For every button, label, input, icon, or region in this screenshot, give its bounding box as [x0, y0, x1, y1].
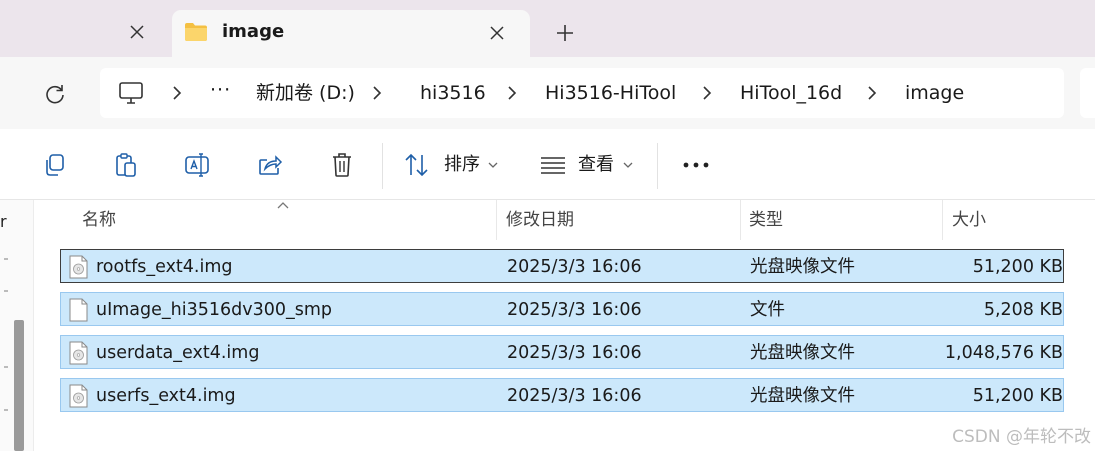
navigation-pane-scrollbar[interactable]	[14, 320, 24, 451]
close-icon	[130, 25, 144, 39]
disc-image-icon	[69, 384, 88, 408]
table-row[interactable]: rootfs_ext4.img 2025/3/3 16:06 光盘映像文件 51…	[60, 249, 1064, 283]
table-row[interactable]: userfs_ext4.img 2025/3/3 16:06 光盘映像文件 51…	[60, 378, 1064, 412]
file-type: 文件	[750, 300, 785, 320]
breadcrumb-hitool-16d[interactable]: HiTool_16d	[740, 80, 842, 106]
chevron-right-icon[interactable]	[170, 84, 184, 102]
share-button[interactable]	[254, 149, 286, 181]
file-size: 51,200 KB	[972, 386, 1063, 406]
pane-item	[4, 258, 8, 260]
close-inactive-tab-button[interactable]	[122, 17, 152, 47]
tab-title: image	[222, 21, 285, 42]
chevron-down-icon	[488, 162, 498, 168]
navigation-pane-label[interactable]: r	[0, 212, 7, 231]
file-name: userdata_ext4.img	[96, 343, 260, 363]
breadcrumb-image[interactable]: image	[905, 80, 964, 106]
file-size: 1,048,576 KB	[944, 343, 1063, 363]
file-name: userfs_ext4.img	[96, 386, 236, 406]
close-tab-button[interactable]	[482, 18, 512, 48]
refresh-icon	[46, 85, 64, 104]
address-bar[interactable]: ··· 新加卷 (D:) hi3516 Hi3516-HiTool HiTool…	[100, 68, 1064, 118]
file-type: 光盘映像文件	[750, 257, 855, 277]
view-list-icon	[541, 157, 565, 174]
disc-image-icon	[69, 255, 88, 279]
chevron-down-icon	[623, 162, 633, 168]
column-divider[interactable]	[496, 200, 497, 240]
rename-button[interactable]	[182, 149, 214, 181]
table-row[interactable]: userdata_ext4.img 2025/3/3 16:06 光盘映像文件 …	[60, 335, 1064, 369]
file-name: uImage_hi3516dv300_smp	[96, 300, 333, 320]
watermark: CSDN @年轮不改	[952, 427, 1091, 447]
file-modified: 2025/3/3 16:06	[507, 257, 642, 277]
sort-ascending-icon	[277, 202, 289, 209]
navigation-row: ··· 新加卷 (D:) hi3516 Hi3516-HiTool HiTool…	[0, 57, 1095, 129]
column-divider[interactable]	[740, 200, 741, 240]
clipboard-icon	[116, 153, 136, 177]
column-header-size[interactable]: 大小	[952, 209, 986, 231]
plus-icon	[557, 25, 573, 41]
toolbar-separator	[382, 143, 383, 189]
new-tab-button[interactable]	[550, 18, 580, 48]
column-header-type[interactable]: 类型	[749, 209, 783, 231]
toolbar-separator	[657, 143, 658, 189]
tab-image[interactable]: image	[172, 10, 530, 57]
rename-icon	[185, 153, 209, 177]
file-size: 5,208 KB	[983, 300, 1063, 320]
computer-icon[interactable]	[118, 80, 144, 106]
delete-button[interactable]	[326, 149, 358, 181]
command-bar: 排序 查看	[0, 129, 1095, 200]
file-type: 光盘映像文件	[750, 343, 855, 363]
sort-label: 排序	[444, 154, 480, 175]
column-header-name[interactable]: 名称	[82, 209, 116, 231]
file-modified: 2025/3/3 16:06	[507, 300, 642, 320]
trash-icon	[333, 153, 351, 177]
breadcrumb-drive[interactable]: 新加卷 (D:)	[256, 80, 355, 106]
copy-button[interactable]	[38, 149, 70, 181]
breadcrumb-hi3516[interactable]: hi3516	[420, 80, 486, 106]
column-divider[interactable]	[942, 200, 943, 240]
column-header-row: 名称 修改日期 类型 大小	[36, 200, 1095, 240]
chevron-right-icon[interactable]	[700, 84, 714, 102]
file-modified: 2025/3/3 16:06	[507, 343, 642, 363]
file-icon	[69, 298, 88, 322]
breadcrumb-overflow[interactable]: ···	[210, 80, 231, 100]
pane-item	[4, 366, 8, 368]
file-type: 光盘映像文件	[750, 386, 855, 406]
pane-item	[4, 290, 8, 292]
tab-strip: image	[0, 0, 1095, 57]
breadcrumb-hitool[interactable]: Hi3516-HiTool	[545, 80, 676, 106]
share-icon	[259, 155, 283, 175]
file-modified: 2025/3/3 16:06	[507, 386, 642, 406]
copy-icon	[46, 154, 64, 176]
sort-icon	[405, 153, 428, 177]
close-icon	[490, 26, 504, 40]
file-size: 51,200 KB	[972, 257, 1063, 277]
chevron-right-icon[interactable]	[505, 84, 519, 102]
chevron-right-icon[interactable]	[865, 84, 879, 102]
more-options-button[interactable]	[680, 149, 712, 181]
chevron-right-icon[interactable]	[370, 84, 384, 102]
more-icon	[683, 162, 709, 168]
search-box[interactable]	[1080, 68, 1095, 118]
pane-item	[4, 409, 8, 411]
file-name: rootfs_ext4.img	[96, 257, 233, 277]
refresh-button[interactable]	[40, 79, 70, 109]
column-header-modified[interactable]: 修改日期	[506, 209, 574, 231]
disc-image-icon	[69, 341, 88, 365]
table-row[interactable]: uImage_hi3516dv300_smp 2025/3/3 16:06 文件…	[60, 292, 1064, 326]
view-label: 查看	[578, 154, 614, 175]
paste-button[interactable]	[110, 149, 142, 181]
folder-icon	[185, 23, 207, 41]
